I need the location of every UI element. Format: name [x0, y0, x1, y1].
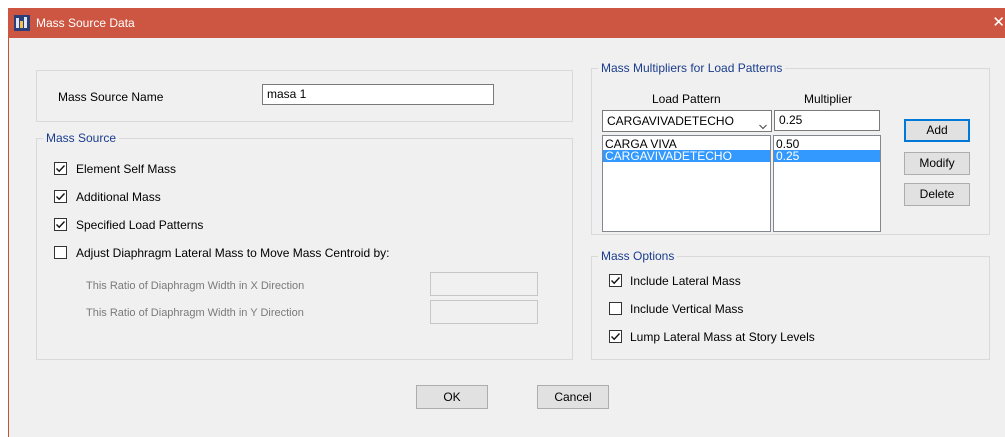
- adjust-diaphragm-checkbox[interactable]: [54, 246, 67, 259]
- specified-load-patterns-checkbox[interactable]: [54, 218, 67, 231]
- chevron-down-icon: [759, 117, 767, 130]
- ratio-x-label: This Ratio of Diaphragm Width in X Direc…: [86, 280, 305, 292]
- list-item-multiplier[interactable]: 0.25: [774, 150, 880, 162]
- additional-mass-checkbox[interactable]: [54, 190, 67, 203]
- mass-options-legend: Mass Options: [598, 249, 678, 263]
- ratio-y-label: This Ratio of Diaphragm Width in Y Direc…: [86, 307, 304, 319]
- mass-source-name-input[interactable]: masa 1: [262, 84, 494, 105]
- additional-mass-label: Additional Mass: [76, 190, 161, 204]
- include-vertical-mass-label: Include Vertical Mass: [630, 302, 744, 316]
- multiplier-list[interactable]: 0.50 0.25: [773, 135, 881, 232]
- modify-button[interactable]: Modify: [904, 152, 970, 175]
- specified-load-patterns-label: Specified Load Patterns: [76, 218, 204, 232]
- app-icon: [14, 15, 30, 31]
- mass-source-legend: Mass Source: [43, 131, 120, 145]
- ok-button[interactable]: OK: [416, 385, 488, 409]
- load-pattern-dropdown[interactable]: CARGAVIVADETECHO: [602, 110, 772, 132]
- lump-lateral-mass-checkbox[interactable]: [609, 330, 622, 343]
- load-pattern-selected: CARGAVIVADETECHO: [607, 114, 734, 128]
- element-self-mass-label: Element Self Mass: [76, 162, 177, 176]
- list-item-load-pattern[interactable]: CARGAVIVADETECHO: [603, 150, 770, 162]
- element-self-mass-checkbox[interactable]: [54, 162, 67, 175]
- add-button[interactable]: Add: [904, 119, 970, 142]
- cancel-button[interactable]: Cancel: [537, 385, 609, 409]
- mass-multipliers-legend: Mass Multipliers for Load Patterns: [598, 61, 786, 75]
- window-title: Mass Source Data: [36, 16, 135, 30]
- include-lateral-mass-label: Include Lateral Mass: [630, 274, 741, 288]
- multiplier-input[interactable]: 0.25: [774, 110, 880, 131]
- lump-lateral-mass-label: Lump Lateral Mass at Story Levels: [630, 330, 815, 344]
- load-pattern-list[interactable]: CARGA VIVA CARGAVIVADETECHO: [602, 135, 771, 232]
- delete-button[interactable]: Delete: [904, 183, 970, 206]
- close-icon[interactable]: ✕: [992, 13, 1005, 31]
- include-vertical-mass-checkbox[interactable]: [609, 302, 622, 315]
- mass-source-name-label: Mass Source Name: [58, 90, 164, 104]
- adjust-diaphragm-label: Adjust Diaphragm Lateral Mass to Move Ma…: [76, 246, 390, 260]
- multiplier-column-header: Multiplier: [804, 92, 853, 106]
- include-lateral-mass-checkbox[interactable]: [609, 274, 622, 287]
- title-bar[interactable]: Mass Source Data ✕: [8, 8, 1005, 38]
- ratio-y-input: [430, 300, 538, 324]
- load-pattern-column-header: Load Pattern: [652, 92, 721, 106]
- ratio-x-input: [430, 272, 538, 296]
